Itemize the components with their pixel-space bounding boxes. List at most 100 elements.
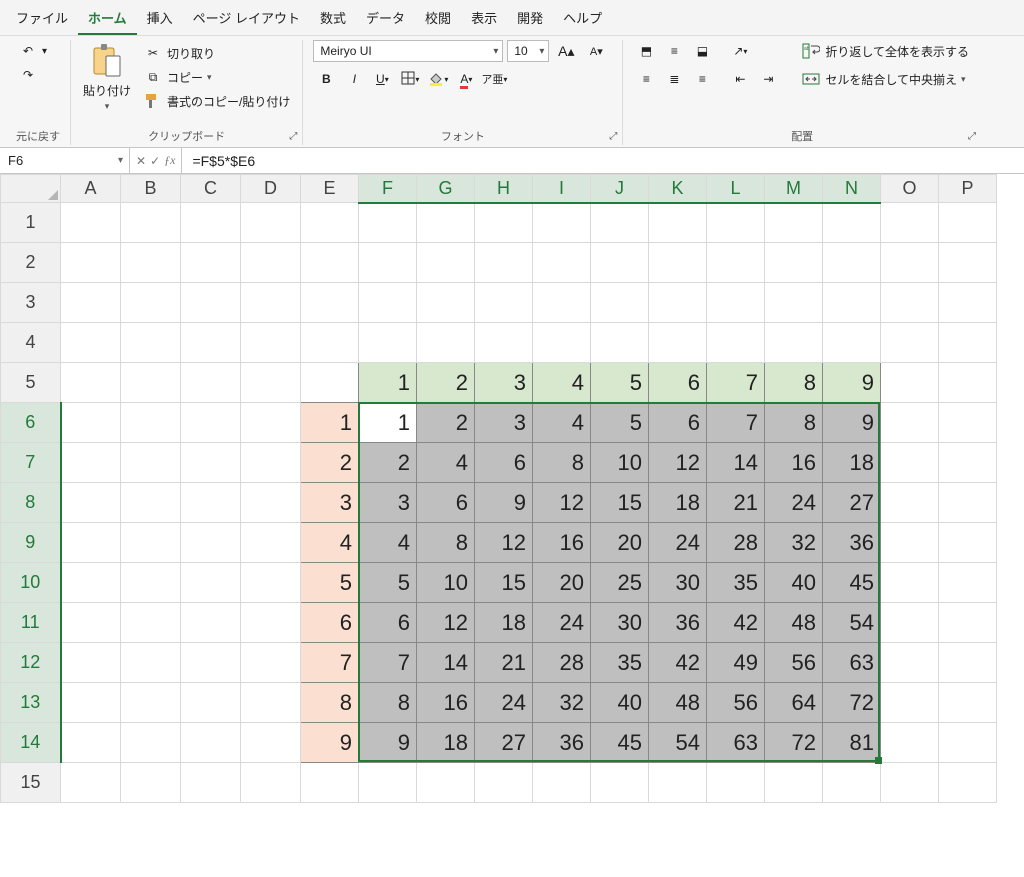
cell[interactable]: 24 xyxy=(649,523,707,563)
column-header[interactable]: L xyxy=(707,175,765,203)
cell[interactable]: 35 xyxy=(707,563,765,603)
cell[interactable] xyxy=(881,323,939,363)
cell[interactable] xyxy=(475,243,533,283)
column-header[interactable]: H xyxy=(475,175,533,203)
cell[interactable]: 32 xyxy=(533,683,591,723)
column-header[interactable]: P xyxy=(939,175,997,203)
cell[interactable] xyxy=(881,763,939,803)
cell[interactable]: 36 xyxy=(533,723,591,763)
row-header[interactable]: 13 xyxy=(1,683,61,723)
cell[interactable]: 35 xyxy=(591,643,649,683)
cell[interactable]: 3 xyxy=(475,403,533,443)
cell[interactable] xyxy=(121,723,181,763)
cell[interactable]: 9 xyxy=(359,723,417,763)
align-middle-button[interactable]: ≡ xyxy=(661,40,687,62)
cell[interactable]: 36 xyxy=(649,603,707,643)
cell[interactable] xyxy=(939,323,997,363)
align-right-button[interactable]: ≡ xyxy=(689,68,715,90)
cell[interactable]: 81 xyxy=(823,723,881,763)
formula-input[interactable]: =F$5*$E6 xyxy=(182,148,1024,173)
cell[interactable]: 48 xyxy=(765,603,823,643)
column-header[interactable]: I xyxy=(533,175,591,203)
cell[interactable] xyxy=(881,483,939,523)
increase-font-button[interactable]: A▴ xyxy=(553,40,579,62)
cell[interactable]: 1 xyxy=(359,403,417,443)
align-bottom-button[interactable]: ⬓ xyxy=(689,40,715,62)
cell[interactable]: 3 xyxy=(475,363,533,403)
cell[interactable]: 6 xyxy=(475,443,533,483)
cell[interactable] xyxy=(591,763,649,803)
cell[interactable] xyxy=(121,683,181,723)
cell[interactable] xyxy=(591,243,649,283)
orientation-button[interactable]: ↗▾ xyxy=(727,40,753,62)
cell[interactable]: 18 xyxy=(823,443,881,483)
cell[interactable] xyxy=(121,283,181,323)
row-header[interactable]: 15 xyxy=(1,763,61,803)
cell[interactable] xyxy=(181,403,241,443)
cell[interactable] xyxy=(707,243,765,283)
cell[interactable] xyxy=(765,203,823,243)
underline-button[interactable]: U▾ xyxy=(369,68,395,90)
cell[interactable] xyxy=(359,243,417,283)
cell[interactable] xyxy=(181,523,241,563)
cell[interactable]: 15 xyxy=(591,483,649,523)
clipboard-launcher-icon[interactable]: ⤢ xyxy=(286,129,300,143)
border-button[interactable]: ▾ xyxy=(397,68,423,90)
cell[interactable]: 56 xyxy=(707,683,765,723)
cell[interactable]: 45 xyxy=(823,563,881,603)
cell[interactable] xyxy=(181,363,241,403)
cell[interactable] xyxy=(939,243,997,283)
format-painter-button[interactable]: 書式のコピー/貼り付け xyxy=(141,90,292,112)
cell[interactable]: 18 xyxy=(649,483,707,523)
cell[interactable] xyxy=(181,243,241,283)
cell[interactable] xyxy=(533,243,591,283)
cell[interactable]: 4 xyxy=(417,443,475,483)
cell[interactable] xyxy=(881,603,939,643)
cell[interactable] xyxy=(823,323,881,363)
cell[interactable] xyxy=(241,643,301,683)
cell[interactable] xyxy=(881,403,939,443)
row-header[interactable]: 14 xyxy=(1,723,61,763)
copy-button[interactable]: ⧉ コピー▾ xyxy=(141,66,292,88)
cell[interactable]: 3 xyxy=(359,483,417,523)
indent-decrease-button[interactable]: ⇤ xyxy=(727,68,753,90)
cell[interactable] xyxy=(61,203,121,243)
cell[interactable] xyxy=(823,203,881,243)
cell[interactable] xyxy=(765,763,823,803)
cell[interactable] xyxy=(181,283,241,323)
cell[interactable]: 7 xyxy=(707,403,765,443)
cell[interactable] xyxy=(475,283,533,323)
cell[interactable] xyxy=(939,603,997,643)
cell[interactable] xyxy=(241,283,301,323)
cell[interactable]: 4 xyxy=(301,523,359,563)
cell[interactable] xyxy=(649,243,707,283)
cell[interactable]: 12 xyxy=(649,443,707,483)
cell[interactable]: 16 xyxy=(533,523,591,563)
cell[interactable]: 24 xyxy=(765,483,823,523)
cell[interactable] xyxy=(241,523,301,563)
cell[interactable] xyxy=(61,603,121,643)
cell[interactable] xyxy=(61,523,121,563)
cell[interactable] xyxy=(939,283,997,323)
cell[interactable] xyxy=(241,403,301,443)
cell[interactable]: 6 xyxy=(359,603,417,643)
cell[interactable] xyxy=(61,763,121,803)
phonetic-button[interactable]: ア亜▾ xyxy=(481,68,507,90)
cell[interactable]: 30 xyxy=(591,603,649,643)
bold-button[interactable]: B xyxy=(313,68,339,90)
cell[interactable] xyxy=(939,523,997,563)
insert-function-button[interactable]: ƒx xyxy=(164,153,175,168)
cell[interactable]: 27 xyxy=(475,723,533,763)
cell[interactable]: 2 xyxy=(301,443,359,483)
select-all-corner[interactable] xyxy=(1,175,61,203)
column-header[interactable]: E xyxy=(301,175,359,203)
cell[interactable]: 36 xyxy=(823,523,881,563)
cell[interactable] xyxy=(591,323,649,363)
cell[interactable]: 32 xyxy=(765,523,823,563)
cell[interactable] xyxy=(61,683,121,723)
cell[interactable] xyxy=(533,763,591,803)
cell[interactable] xyxy=(61,323,121,363)
cell[interactable]: 42 xyxy=(649,643,707,683)
cell[interactable] xyxy=(241,243,301,283)
cell[interactable] xyxy=(359,763,417,803)
